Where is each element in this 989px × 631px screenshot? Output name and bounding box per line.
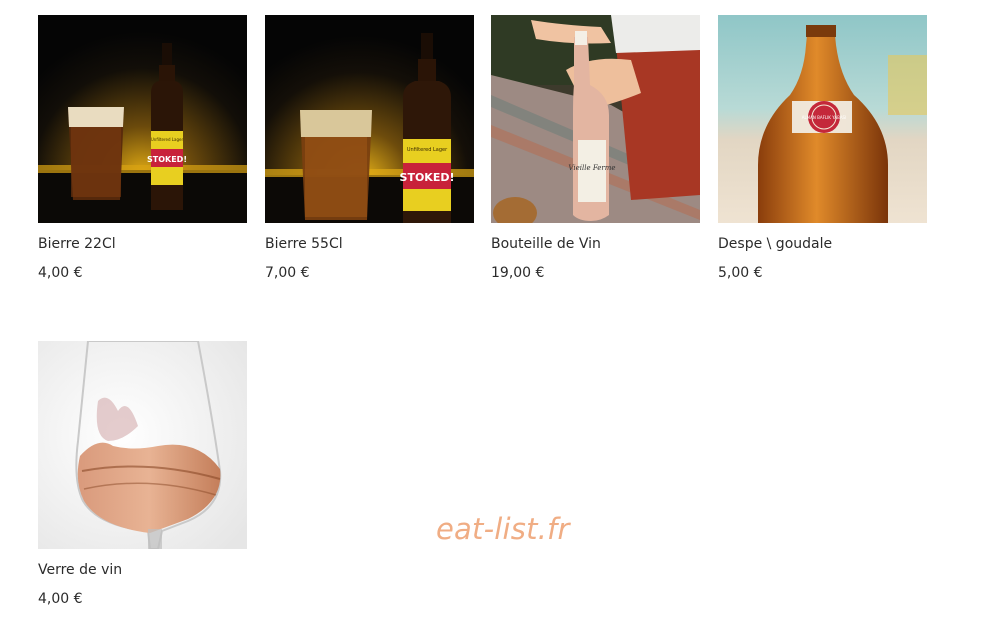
wine-label-text: Vieille Ferme <box>568 164 615 172</box>
product-price: 5,00 € <box>718 265 763 281</box>
wine-glass-photo[interactable] <box>38 341 247 549</box>
product-name[interactable]: Bierre 55Cl <box>265 235 474 253</box>
product-card-bouteille-de-vin[interactable]: Vieille Ferme Bouteille de Vin 19,00 € <box>491 15 700 282</box>
label-top: Unfiltered Lager <box>151 137 184 142</box>
wine-bottle-photo[interactable]: Vieille Ferme <box>491 15 700 223</box>
product-name[interactable]: Bouteille de Vin <box>491 235 700 253</box>
watermark: eat-list.fr <box>436 512 570 546</box>
product-name[interactable]: Despe \ goudale <box>718 235 927 253</box>
beer-22cl-photo[interactable]: STOKED! Unfiltered Lager <box>38 15 247 223</box>
goudale-label-text: ALMAN BAFLIK YABASI <box>802 115 847 120</box>
product-card-bierre-22cl[interactable]: STOKED! Unfiltered Lager Bierre 22Cl 4,0… <box>38 15 247 282</box>
product-price: 4,00 € <box>38 591 83 607</box>
label-top: Unfiltered Lager <box>407 147 448 153</box>
label-brand: STOKED! <box>147 155 187 164</box>
beer-55cl-photo[interactable]: STOKED! Unfiltered Lager <box>265 15 474 223</box>
product-card-verre-de-vin[interactable]: Verre de vin 4,00 € <box>38 341 247 608</box>
product-price: 19,00 € <box>491 265 545 281</box>
product-price: 4,00 € <box>38 265 83 281</box>
goudale-bottle-photo[interactable]: ALMAN BAFLIK YABASI <box>718 15 927 223</box>
product-name[interactable]: Bierre 22Cl <box>38 235 247 253</box>
product-name[interactable]: Verre de vin <box>38 561 247 579</box>
label-brand: STOKED! <box>400 171 455 184</box>
product-card-despe-goudale[interactable]: ALMAN BAFLIK YABASI Despe \ goudale 5,00… <box>718 15 927 282</box>
product-card-bierre-55cl[interactable]: STOKED! Unfiltered Lager Bierre 55Cl 7,0… <box>265 15 474 282</box>
product-price: 7,00 € <box>265 265 310 281</box>
